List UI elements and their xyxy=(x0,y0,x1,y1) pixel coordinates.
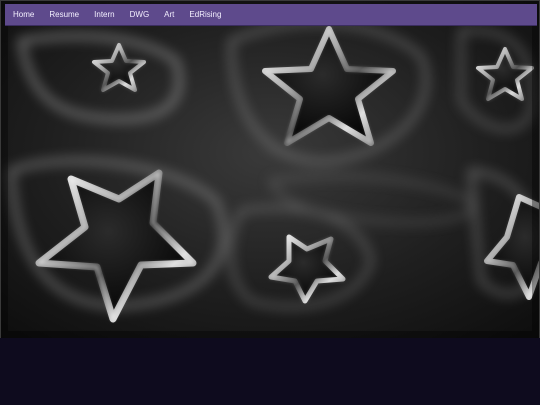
header-frame: Home Resume Intern DWG Art EdRising xyxy=(0,0,540,339)
hero-image xyxy=(1,1,539,338)
nav-link-intern[interactable]: Intern xyxy=(94,10,114,19)
nav-link-dwg[interactable]: DWG xyxy=(130,10,150,19)
page-body-background xyxy=(0,338,540,405)
nav-link-art[interactable]: Art xyxy=(164,10,174,19)
top-navbar: Home Resume Intern DWG Art EdRising xyxy=(5,4,537,26)
chrome-stars-illustration xyxy=(1,1,539,338)
nav-link-home[interactable]: Home xyxy=(13,10,34,19)
nav-link-resume[interactable]: Resume xyxy=(49,10,79,19)
nav-link-edrising[interactable]: EdRising xyxy=(189,10,221,19)
page: Home Resume Intern DWG Art EdRising xyxy=(0,0,540,405)
